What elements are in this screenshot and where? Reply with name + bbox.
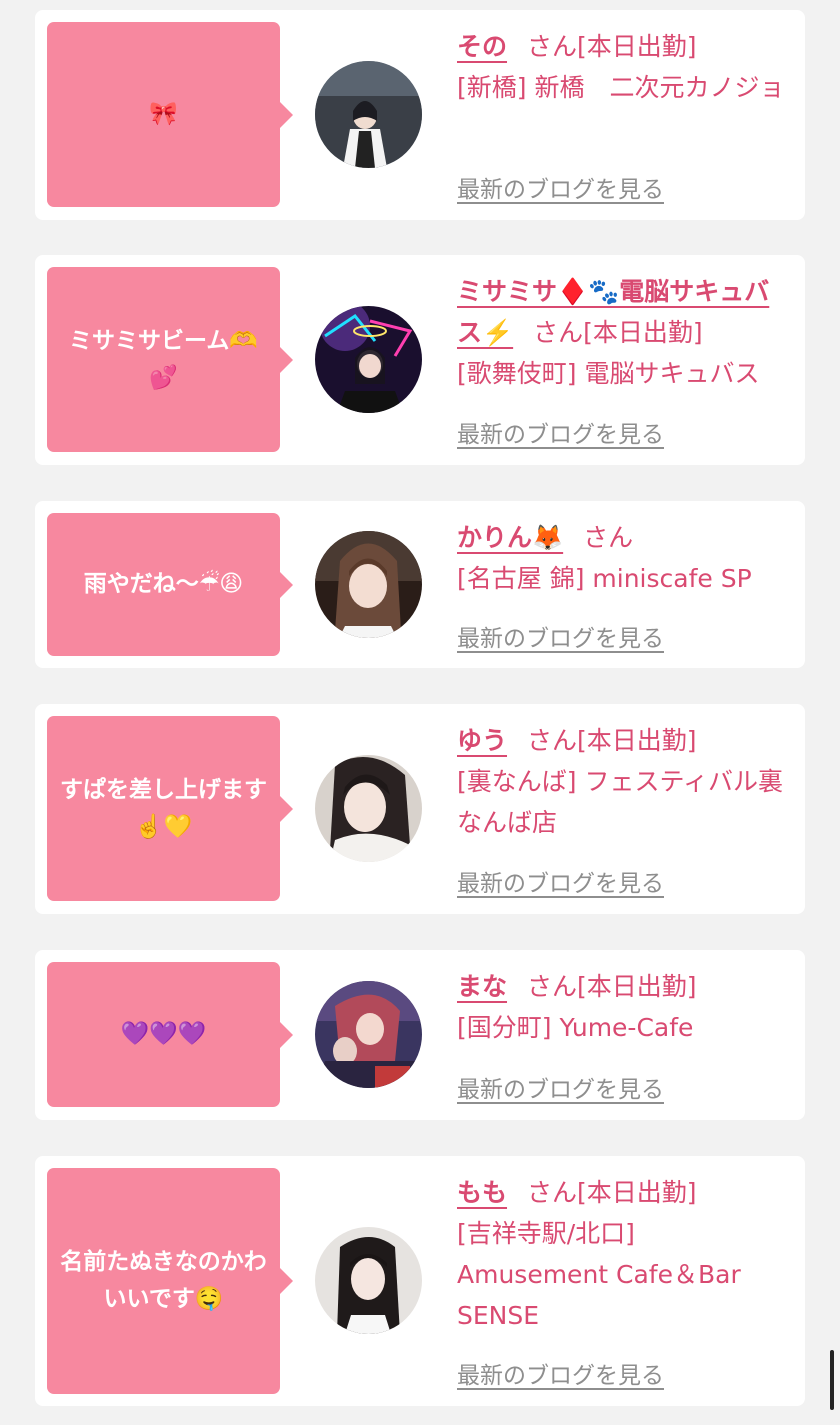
honorific: さん (527, 1178, 578, 1207)
message-bubble: ミサミサビーム🫶💕 (47, 267, 293, 452)
cast-info: もも さん[本日出勤] [吉祥寺駅/北口] Amusement Cafe＆Bar … (457, 1172, 792, 1336)
scrollbar[interactable] (830, 1350, 834, 1410)
honorific: さん (527, 972, 578, 1001)
cast-info: ゆう さん[本日出勤] [裏なんば] フェスティバル裏なんば店 (457, 720, 792, 843)
attendance-status: [本日出勤] (583, 318, 703, 347)
avatar[interactable] (315, 306, 422, 413)
attendance-status: [本日出勤] (577, 726, 697, 755)
honorific: さん (527, 32, 578, 61)
blog-link[interactable]: 最新のブログを見る (457, 864, 664, 898)
shop-name: [新橋] 新橋 二次元カノジョ (457, 73, 785, 102)
avatar[interactable] (315, 531, 422, 638)
honorific: さん (527, 726, 578, 755)
cast-card: 雨やだね〜☔😩 かりん🦊 さん [名古屋 錦] miniscafe SP 最新のブ… (35, 501, 805, 668)
blog-link[interactable]: 最新のブログを見る (457, 619, 664, 653)
cast-card: 名前たぬきなのかわいいです🤤 もも さん[本日出勤] [吉祥寺駅/北口] Amus… (35, 1156, 805, 1406)
cast-info: まな さん[本日出勤] [国分町] Yume-Cafe (457, 966, 792, 1048)
cast-card: 💜💜💜 まな さん[本日出勤] [国分町] Yume-Cafe 最新のブログを見る (35, 950, 805, 1120)
shop-name: [国分町] Yume-Cafe (457, 1013, 694, 1042)
attendance-status: [本日出勤] (577, 32, 697, 61)
cast-card: 🎀 その さん[本日出勤] [新橋] 新橋 二次元カノジョ 最新のブログを見る (35, 10, 805, 220)
cast-name-link[interactable]: その (457, 32, 507, 61)
honorific: さん (533, 318, 584, 347)
blog-link[interactable]: 最新のブログを見る (457, 170, 664, 204)
attendance-status: [本日出勤] (577, 972, 697, 1001)
message-bubble: すぱを差し上げます☝️💛 (47, 716, 293, 901)
avatar[interactable] (315, 1227, 422, 1334)
message-bubble: 名前たぬきなのかわいいです🤤 (47, 1168, 293, 1394)
cast-info: ミサミサ♦️🐾電脳サキュバス⚡️ さん[本日出勤] [歌舞伎町] 電脳サキュバス (457, 271, 792, 394)
cast-name-link[interactable]: ゆう (457, 726, 507, 755)
avatar[interactable] (315, 61, 422, 168)
blog-link[interactable]: 最新のブログを見る (457, 1070, 664, 1104)
cast-card: すぱを差し上げます☝️💛 ゆう さん[本日出勤] [裏なんば] フェスティバル裏な… (35, 704, 805, 914)
blog-link[interactable]: 最新のブログを見る (457, 1356, 664, 1390)
honorific: さん (583, 523, 634, 552)
shop-name: [名古屋 錦] miniscafe SP (457, 564, 752, 593)
avatar[interactable] (315, 755, 422, 862)
cast-info: その さん[本日出勤] [新橋] 新橋 二次元カノジョ (457, 26, 792, 108)
cast-name-link[interactable]: かりん🦊 (457, 523, 563, 552)
shop-name: [裏なんば] フェスティバル裏なんば店 (457, 767, 783, 837)
cast-info: かりん🦊 さん [名古屋 錦] miniscafe SP (457, 517, 792, 599)
cast-name-link[interactable]: まな (457, 972, 507, 1001)
message-bubble: 💜💜💜 (47, 962, 293, 1107)
attendance-status: [本日出勤] (577, 1178, 697, 1207)
cast-name-link[interactable]: もも (457, 1178, 507, 1207)
shop-name: [歌舞伎町] 電脳サキュバス (457, 359, 760, 388)
message-bubble: 🎀 (47, 22, 293, 207)
blog-link[interactable]: 最新のブログを見る (457, 415, 664, 449)
avatar[interactable] (315, 981, 422, 1088)
shop-name: [吉祥寺駅/北口] Amusement Cafe＆Bar SENSE (457, 1219, 741, 1330)
message-bubble: 雨やだね〜☔😩 (47, 513, 293, 656)
cast-card: ミサミサビーム🫶💕 ミサミサ♦️🐾電脳サキュバス⚡️ さん[本日出勤] [歌舞伎町… (35, 255, 805, 465)
